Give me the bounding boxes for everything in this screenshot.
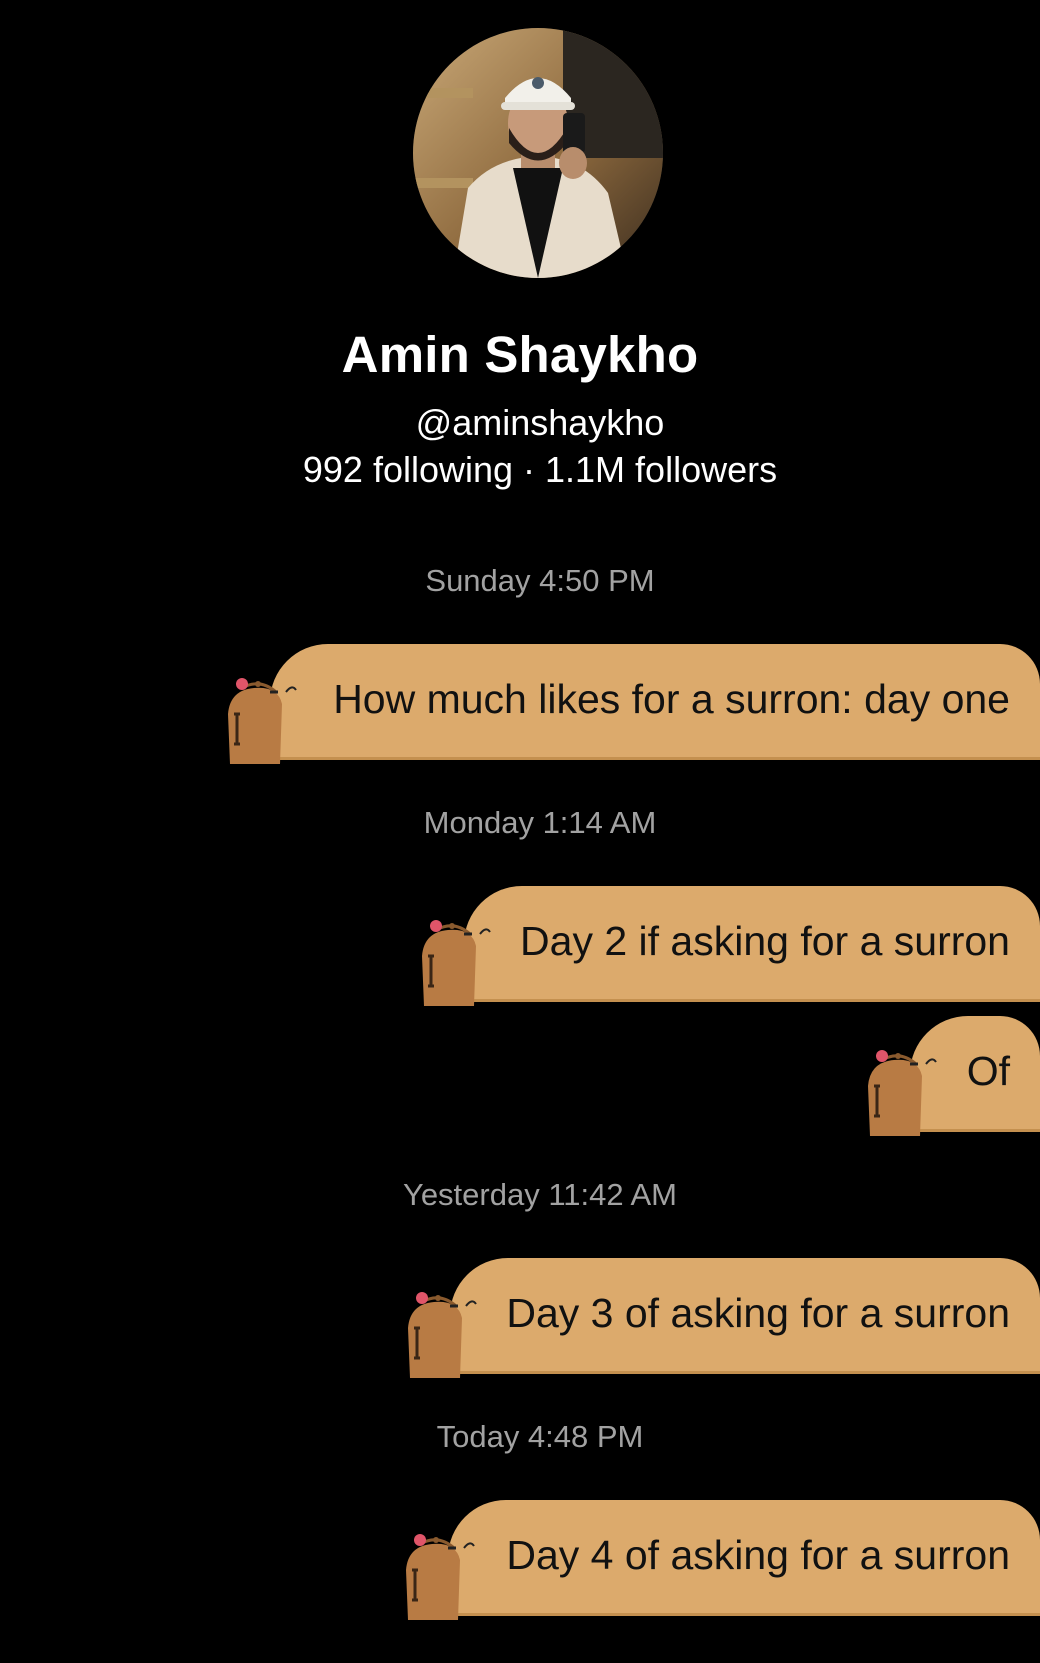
capybara-icon xyxy=(408,1292,477,1378)
profile-stats: 992 following · 1.1M followers xyxy=(302,449,778,490)
profile-handle: @aminshaykho xyxy=(415,402,665,443)
capybara-icon xyxy=(406,1534,475,1620)
timestamp: Today 4:48 PM xyxy=(436,1419,644,1454)
message-bubble[interactable]: Day 4 of asking for a surron xyxy=(402,1500,1040,1620)
timestamp: Sunday 4:50 PM xyxy=(425,563,655,598)
message-bubble[interactable]: How much likes for a surron: day one xyxy=(224,644,1040,764)
message-bubble[interactable]: Day 3 of asking for a surron xyxy=(404,1258,1040,1378)
profile-name: Amin Shaykho xyxy=(341,326,699,383)
message-bubble[interactable]: Of xyxy=(864,1016,1040,1136)
timestamp: Yesterday 11:42 AM xyxy=(402,1177,678,1212)
message-text: Day 4 of asking for a surron xyxy=(506,1532,1010,1578)
profile-avatar[interactable] xyxy=(413,28,663,278)
capybara-icon xyxy=(228,678,297,764)
capybara-icon xyxy=(868,1050,937,1136)
message-text: Day 3 of asking for a surron xyxy=(506,1290,1010,1336)
timestamp: Monday 1:14 AM xyxy=(423,805,657,840)
message-text: How much likes for a surron: day one xyxy=(333,676,1010,722)
message-bubble[interactable]: Day 2 if asking for a surron xyxy=(418,886,1040,1006)
message-text: Day 2 if asking for a surron xyxy=(520,918,1010,964)
message-text: Of xyxy=(966,1048,1010,1094)
capybara-icon xyxy=(422,920,491,1006)
